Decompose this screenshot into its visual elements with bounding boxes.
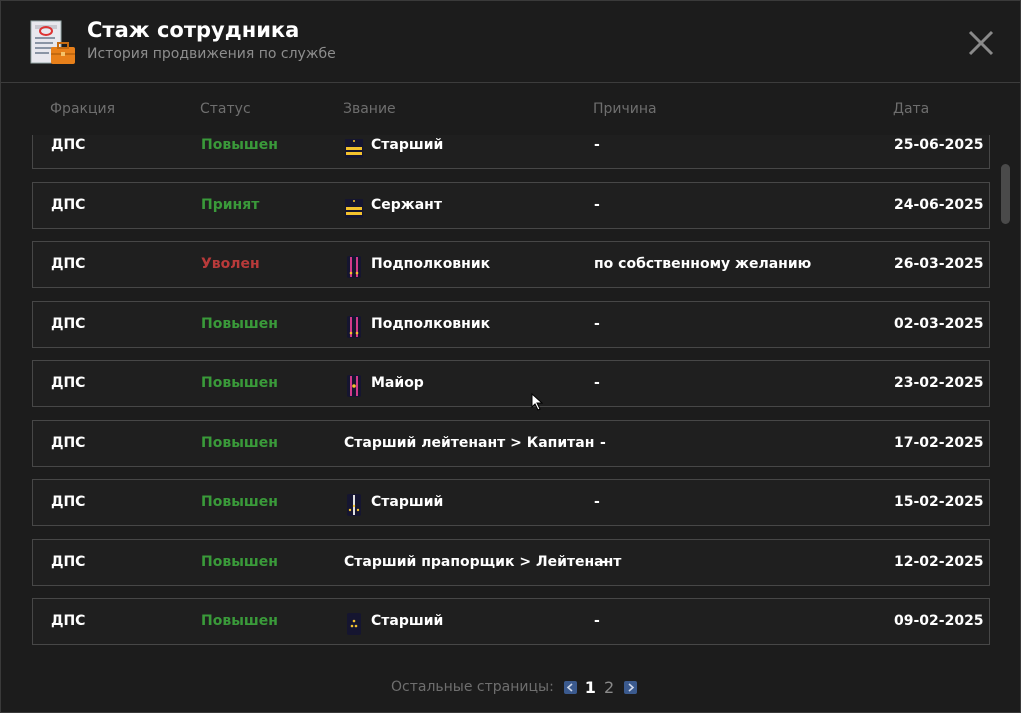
mouse-cursor-icon	[531, 393, 543, 411]
lieutenant-colonel-epaulet-icon	[344, 253, 364, 278]
major-epaulet-icon	[344, 372, 364, 397]
rank-cell: Майор	[344, 361, 424, 406]
faction-cell: ДПС	[51, 554, 86, 570]
rank-cell: Сержант	[344, 183, 442, 228]
rank-label: Старший лейтенант > Капитан	[344, 435, 595, 451]
table-row[interactable]: ДПС Повышен Старший - 09-02-2025	[32, 598, 990, 645]
rank-cell: Старший прапорщик > Лейтенант	[344, 540, 621, 585]
status-badge: Повышен	[201, 494, 278, 510]
column-header-status: Статус	[200, 101, 251, 117]
faction-cell: ДПС	[51, 613, 86, 629]
prev-page-arrow-icon[interactable]	[563, 680, 577, 694]
status-badge: Повышен	[201, 316, 278, 332]
status-badge: Повышен	[201, 554, 278, 570]
date-cell: 25-06-2025	[894, 137, 984, 153]
close-icon[interactable]	[967, 29, 995, 57]
faction-cell: ДПС	[51, 256, 86, 272]
table-row[interactable]: ДПС Повышен Майор - 23-02-2025	[32, 360, 990, 407]
page-1-button[interactable]: 1	[585, 678, 596, 697]
history-list[interactable]: ДПС Повышен Старший - 25-06-2025 ДПС Принят Сер…	[32, 135, 990, 659]
rank-label: Старший	[371, 494, 444, 510]
sergeant-stripes-icon	[344, 135, 364, 158]
table-row[interactable]: ДПС Уволен Подполковник по собственному жел…	[32, 241, 990, 288]
rank-label: Сержант	[371, 197, 442, 213]
date-cell: 17-02-2025	[894, 435, 984, 451]
seniority-window: Стаж сотрудника История продвижения по с…	[0, 0, 1021, 713]
faction-cell: ДПС	[51, 316, 86, 332]
reason-cell: -	[594, 494, 600, 510]
rank-cell: Старший лейтенант > Капитан	[344, 421, 594, 466]
senior-warrant-epaulet-icon	[344, 610, 364, 635]
reason-cell: -	[594, 375, 600, 391]
document-briefcase-icon	[30, 20, 75, 64]
status-badge: Повышен	[201, 613, 278, 629]
senior-lieutenant-epaulet-icon	[344, 491, 364, 516]
table-row[interactable]: ДПС Повышен Подполковник - 02-03-2025	[32, 301, 990, 348]
pagination-label: Остальные страницы:	[391, 679, 554, 695]
column-header-faction: Фракция	[50, 101, 116, 117]
rank-cell: Старший	[344, 480, 443, 525]
date-cell: 24-06-2025	[894, 197, 984, 213]
faction-cell: ДПС	[51, 197, 86, 213]
rank-label: Старший	[371, 613, 444, 629]
faction-cell: ДПС	[51, 494, 86, 510]
date-cell: 23-02-2025	[894, 375, 984, 391]
next-page-arrow-icon[interactable]	[624, 680, 638, 694]
status-badge: Повышен	[201, 375, 278, 391]
pagination: Остальные страницы: 1 2	[391, 678, 638, 697]
reason-cell: по собственному желанию	[594, 256, 812, 272]
rank-cell: Старший	[344, 599, 443, 644]
reason-cell: -	[594, 137, 600, 153]
date-cell: 26-03-2025	[894, 256, 984, 272]
rank-cell: Подполковник	[344, 302, 490, 347]
scrollbar-thumb[interactable]	[1001, 164, 1010, 224]
reason-cell: -	[600, 554, 606, 570]
status-badge: Принят	[201, 197, 260, 213]
faction-cell: ДПС	[51, 435, 86, 451]
reason-cell: -	[594, 197, 600, 213]
rank-label: Старший прапорщик > Лейтенант	[344, 554, 622, 570]
rank-label: Майор	[371, 375, 424, 391]
table-row[interactable]: ДПС Повышен Старший - 15-02-2025	[32, 479, 990, 526]
rank-label: Старший	[371, 137, 444, 153]
window-title: Стаж сотрудника	[87, 18, 300, 42]
table-row[interactable]: ДПС Повышен Старший - 25-06-2025	[32, 135, 990, 169]
column-header-reason: Причина	[593, 101, 657, 117]
faction-cell: ДПС	[51, 137, 86, 153]
column-header-rank: Звание	[343, 101, 396, 117]
date-cell: 15-02-2025	[894, 494, 984, 510]
reason-cell: -	[594, 613, 600, 629]
faction-cell: ДПС	[51, 375, 86, 391]
rank-cell: Подполковник	[344, 242, 490, 287]
column-header-date: Дата	[893, 101, 930, 117]
reason-cell: -	[600, 435, 606, 451]
sergeant-stripes-icon	[344, 194, 364, 218]
date-cell: 12-02-2025	[894, 554, 984, 570]
lieutenant-colonel-epaulet-icon	[344, 313, 364, 338]
rank-label: Подполковник	[371, 316, 491, 332]
reason-cell: -	[594, 316, 600, 332]
date-cell: 09-02-2025	[894, 613, 984, 629]
status-badge: Повышен	[201, 435, 278, 451]
header: Стаж сотрудника История продвижения по с…	[1, 1, 1020, 83]
rank-label: Подполковник	[371, 256, 491, 272]
date-cell: 02-03-2025	[894, 316, 984, 332]
table-row[interactable]: ДПС Принят Сержант - 24-06-2025	[32, 182, 990, 229]
table-row[interactable]: ДПС Повышен Старший прапорщик > Лейтенант -…	[32, 539, 990, 586]
page-2-button[interactable]: 2	[604, 678, 614, 697]
window-subtitle: История продвижения по службе	[87, 46, 336, 62]
table-row[interactable]: ДПС Повышен Старший лейтенант > Капитан - 17…	[32, 420, 990, 467]
status-badge: Уволен	[201, 256, 260, 272]
rank-cell: Старший	[344, 135, 443, 168]
status-badge: Повышен	[201, 137, 278, 153]
